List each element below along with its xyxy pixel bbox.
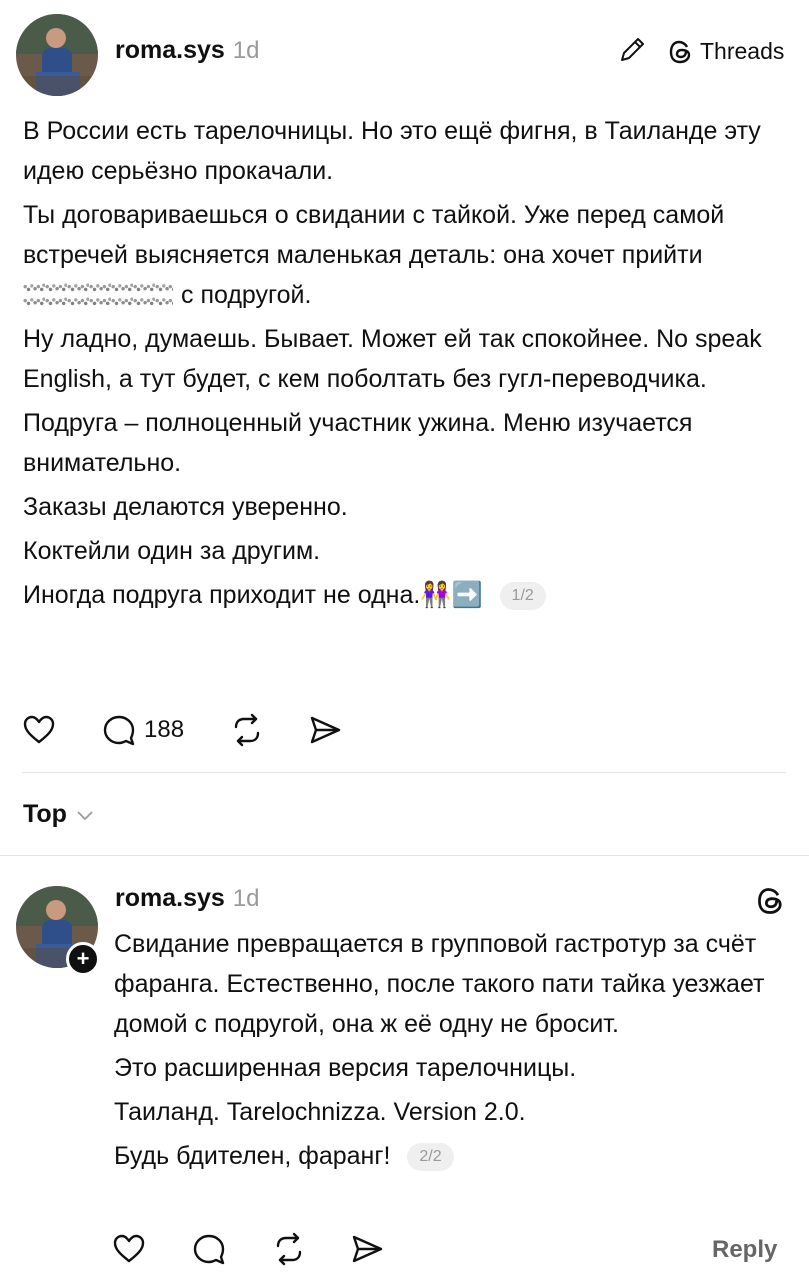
threads-link[interactable] [756, 886, 786, 921]
emoji: 👭➡️ [420, 581, 483, 609]
comment-button[interactable]: 188 [102, 713, 184, 747]
comment-button[interactable] [192, 1232, 226, 1266]
follow-button[interactable]: + [66, 942, 100, 976]
threads-logo-icon [669, 40, 691, 63]
send-icon [352, 1235, 383, 1263]
sort-dropdown[interactable]: Top [23, 800, 95, 829]
like-button[interactable] [22, 713, 56, 747]
heart-icon [23, 715, 55, 744]
thread-counter: 1/2 [499, 582, 546, 611]
chevron-down-icon [77, 810, 93, 820]
divider [0, 855, 809, 856]
post-body: В России есть тарелочницы. Но это ещё фи… [23, 111, 783, 619]
post-paragraph: Ты договариваешься о свидании с тайкой. … [23, 201, 725, 269]
replies-count: 188 [144, 716, 185, 743]
post-username[interactable]: roma.sys [115, 36, 225, 65]
post-paragraph: с подругой. [23, 275, 783, 315]
divider [22, 772, 786, 773]
post-paragraph: Коктейли один за другим. [23, 537, 321, 565]
blurred-text [23, 281, 173, 312]
repost-icon [276, 1232, 302, 1266]
repost-icon [234, 713, 260, 747]
comment-icon [193, 1234, 225, 1265]
share-button[interactable] [308, 713, 342, 747]
share-button[interactable] [350, 1232, 384, 1266]
heart-icon [113, 1234, 145, 1263]
reply-paragraph: Это расширенная версия тарелочницы. [114, 1054, 577, 1082]
comment-icon [103, 715, 135, 746]
post-paragraph: Заказы делаются уверенно. [23, 493, 348, 521]
reply-body: Свидание превращается в групповой гастро… [114, 924, 784, 1180]
post-paragraph: Подруга – полноценный участник ужина. Ме… [23, 409, 693, 477]
edit-button[interactable] [616, 34, 648, 71]
reply-username[interactable]: roma.sys [115, 884, 225, 913]
threads-label: Threads [700, 38, 785, 64]
reply-time: 1d [232, 885, 260, 912]
plus-icon: + [76, 946, 90, 971]
like-button[interactable] [112, 1232, 146, 1266]
repost-button[interactable] [230, 713, 264, 747]
post-time: 1d [232, 37, 260, 64]
sort-label: Top [23, 800, 67, 828]
threads-logo-icon [758, 888, 782, 914]
reply-button[interactable]: Reply [712, 1236, 777, 1264]
avatar[interactable] [16, 14, 98, 96]
threads-brand[interactable]: Threads [668, 38, 784, 65]
thread-counter: 2/2 [407, 1143, 454, 1172]
send-icon [310, 716, 341, 744]
post-paragraph: В России есть тарелочницы. Но это ещё фи… [23, 117, 761, 185]
post-paragraph: Ну ладно, думаешь. Бывает. Может ей так … [23, 325, 762, 393]
reply-paragraph: Таиланд. Tarelochnizza. Version 2.0. [114, 1098, 526, 1126]
pencil-icon [621, 38, 644, 61]
repost-button[interactable] [272, 1232, 306, 1266]
post-paragraph: Иногда подруга приходит не одна.👭➡️ 1/2 [23, 575, 783, 615]
reply-paragraph: Будь бдителен, фаранг! 2/2 [114, 1136, 784, 1176]
reply-paragraph: Свидание превращается в групповой гастро… [114, 930, 765, 1038]
